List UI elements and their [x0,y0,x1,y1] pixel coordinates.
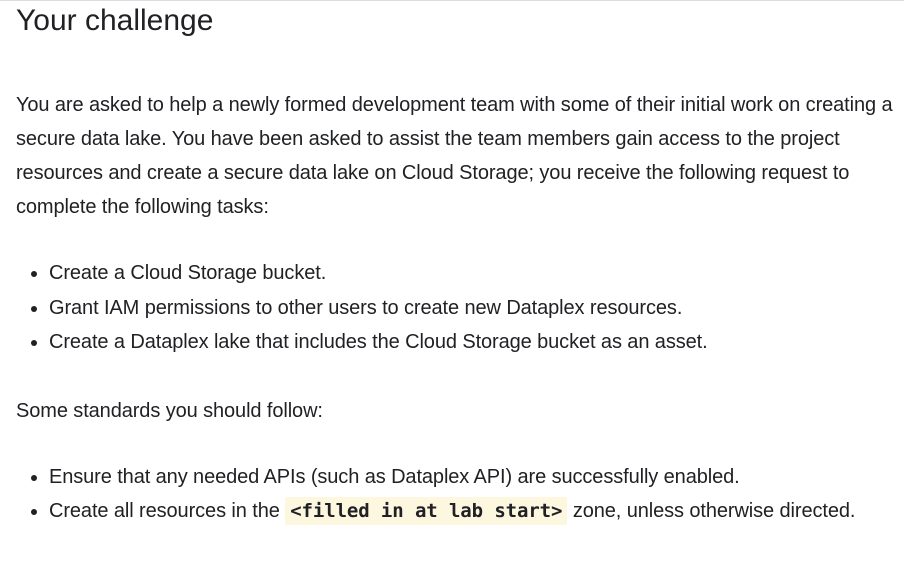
challenge-section: Your challenge You are asked to help a n… [16,0,896,529]
list-item: Ensure that any needed APIs (such as Dat… [49,460,896,495]
zone-placeholder-code: <filled in at lab start> [285,497,568,525]
list-item: Create a Dataplex lake that includes the… [49,325,896,360]
task-list: Create a Cloud Storage bucket. Grant IAM… [16,256,896,360]
list-item: Create all resources in the <filled in a… [49,494,896,529]
page-title: Your challenge [16,4,214,37]
standard-text-before: Create all resources in the [49,500,286,522]
standard-text-after: zone, unless otherwise directed. [567,500,856,522]
intro-paragraph: You are asked to help a newly formed dev… [16,94,893,218]
standards-lead: Some standards you should follow: [16,399,323,422]
standards-list: Ensure that any needed APIs (such as Dat… [16,460,896,529]
list-item: Grant IAM permissions to other users to … [49,291,896,326]
list-item: Create a Cloud Storage bucket. [49,256,896,291]
